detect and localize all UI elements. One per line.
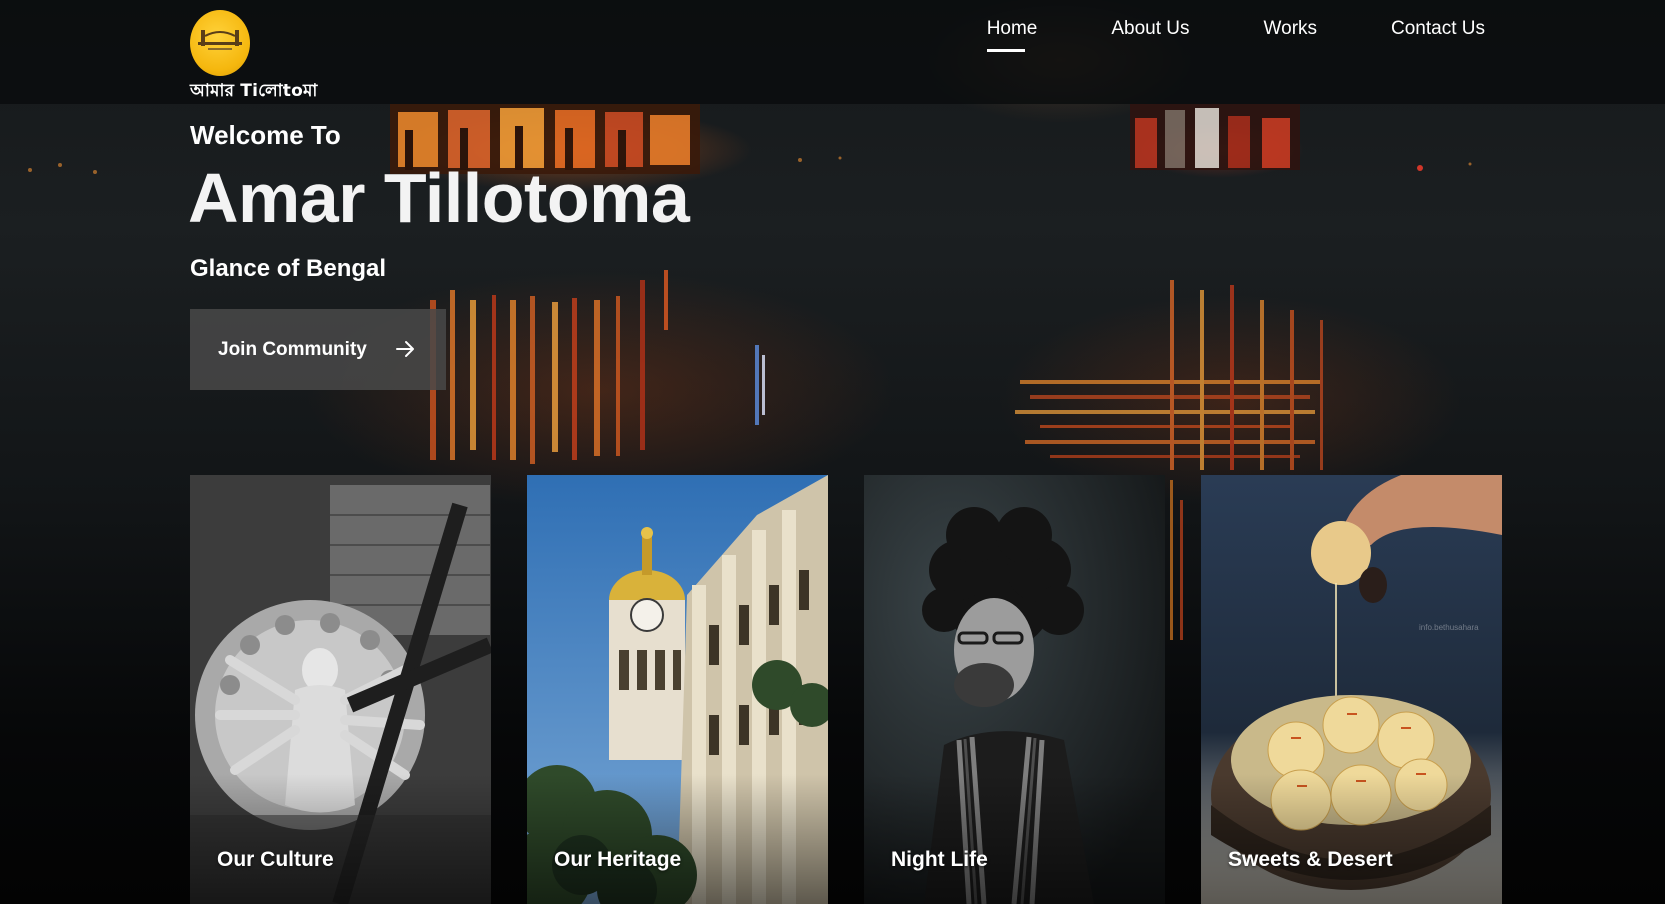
card-label-night-life: Night Life bbox=[891, 848, 988, 871]
howrah-bridge-logo-icon bbox=[190, 10, 250, 76]
nav-item-home[interactable]: Home bbox=[986, 18, 1037, 52]
nav-item-about-us[interactable]: About Us bbox=[1111, 18, 1189, 52]
card-sweets-desert[interactable]: info.bethusahara Sweets & Desert bbox=[1201, 475, 1502, 904]
main-nav: Home About Us Works Contact Us bbox=[913, 18, 1485, 52]
feature-cards: Our Culture Our Heritage Night Life info… bbox=[190, 475, 1504, 904]
arrow-right-icon bbox=[396, 340, 416, 362]
card-shade bbox=[527, 774, 828, 904]
card-shade bbox=[190, 774, 491, 904]
card-label-our-culture: Our Culture bbox=[217, 848, 334, 871]
hero-subtitle: Glance of Bengal bbox=[190, 255, 387, 282]
logo-text: আমার Tiলোtoমা bbox=[190, 81, 318, 101]
card-label-sweets-desert: Sweets & Desert bbox=[1228, 848, 1393, 871]
brand-logo[interactable]: আমার Tiলোtoমা bbox=[190, 10, 340, 104]
nav-item-works[interactable]: Works bbox=[1264, 18, 1317, 52]
card-our-culture[interactable]: Our Culture bbox=[190, 475, 491, 904]
photo-watermark: info.bethusahara bbox=[1419, 623, 1479, 632]
card-label-our-heritage: Our Heritage bbox=[554, 848, 682, 871]
site-header: আমার Tiলোtoমা Home About Us Works Contac… bbox=[0, 0, 1665, 104]
nav-item-contact-us[interactable]: Contact Us bbox=[1391, 18, 1485, 52]
hero-welcome-text: Welcome To bbox=[190, 120, 341, 150]
card-shade bbox=[864, 774, 1165, 904]
card-our-heritage[interactable]: Our Heritage bbox=[527, 475, 828, 904]
join-community-button[interactable]: Join Community bbox=[190, 309, 446, 390]
card-shade bbox=[1201, 774, 1502, 904]
card-night-life[interactable]: Night Life bbox=[864, 475, 1165, 904]
join-community-label: Join Community bbox=[218, 338, 367, 360]
page: আমার Tiলোtoমা Home About Us Works Contac… bbox=[0, 0, 1665, 904]
hero-title: Amar Tillotoma bbox=[188, 159, 690, 237]
